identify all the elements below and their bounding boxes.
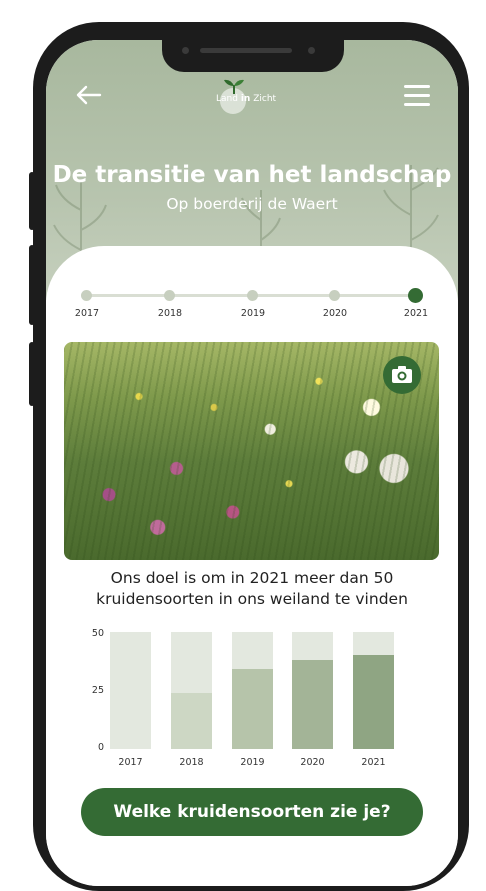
chart-bar [232,669,273,749]
hamburger-menu-icon [404,85,430,88]
timeline-label: 2019 [240,308,266,319]
timeline-label: 2020 [322,308,348,319]
chart-bar-track [292,632,333,749]
phone-notch [162,40,344,72]
timeline-dot-2019[interactable] [247,290,258,301]
hamburger-menu-icon [404,103,430,106]
app-screen: Land in Zicht De transitie van het lands… [46,40,458,886]
notch-camera [308,47,315,54]
phone-side-button [29,245,35,325]
species-cta-button[interactable]: Welke kruidensoorten zie je? [81,788,423,836]
notch-speaker [200,48,292,53]
goal-text: Ons doel is om in 2021 meer dan 50 kruid… [46,568,458,610]
menu-button[interactable] [402,80,432,110]
x-tick-label: 2017 [118,757,143,768]
logo-sprout-icon [224,79,244,94]
x-tick-label: 2021 [361,757,386,768]
camera-icon [392,366,412,383]
logo-text-end: Zicht [253,94,277,104]
chart-bar-track [171,632,212,749]
timeline-label: 2021 [403,308,429,319]
app-logo: Land in Zicht [216,78,296,118]
x-tick-label: 2019 [240,757,265,768]
goal-text-line-2: kruidensoorten in ons weiland te vinden [96,590,408,608]
logo-text-start: Land [216,94,238,104]
timeline-label: 2018 [157,308,183,319]
chart-bar [292,660,333,749]
timeline-dot-2021[interactable] [408,288,423,303]
chart-bar [171,693,212,749]
phone-side-button [29,342,35,406]
back-button[interactable] [74,80,104,110]
y-tick-label: 0 [97,742,104,753]
hamburger-menu-icon [404,94,430,97]
timeline-dot-2017[interactable] [81,290,92,301]
arrow-left-icon [76,85,102,105]
chart-bar [353,655,394,749]
timeline-label: 2017 [74,308,100,319]
page-title: De transitie van het landschap [52,162,452,188]
x-tick-label: 2018 [179,757,204,768]
camera-button[interactable] [383,356,421,394]
chart-bar-track [353,632,394,749]
y-tick-label: 50 [91,628,104,639]
goal-text-line-1: Ons doel is om in 2021 meer dan 50 [110,569,394,587]
timeline-dot-2018[interactable] [164,290,175,301]
logo-text-mid: in [240,94,251,104]
x-tick-label: 2020 [300,757,325,768]
page-subtitle: Op boerderij de Waert [166,195,338,213]
chart-bar-track [110,632,151,749]
logo-text: Land in Zicht [216,94,276,104]
y-tick-label: 25 [91,685,104,696]
notch-sensor [182,47,189,54]
timeline-dot-2020[interactable] [329,290,340,301]
chart-bar-track [232,632,273,749]
phone-side-button [29,172,35,230]
